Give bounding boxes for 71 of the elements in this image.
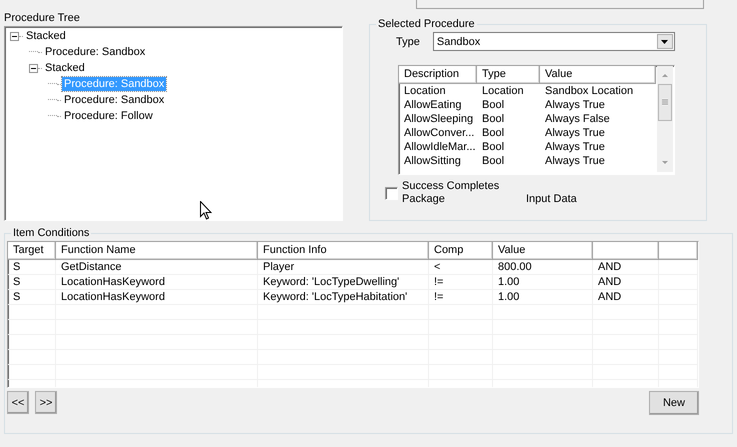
tree-item[interactable]: Procedure: Follow	[62, 109, 155, 123]
table-cell-text: AllowSleeping	[403, 112, 474, 126]
column-header[interactable]: Description	[399, 66, 477, 84]
table-cell-text: Bool	[481, 154, 506, 168]
column-header[interactable]: Value	[493, 242, 593, 260]
empty-cell	[8, 305, 56, 320]
table-cell-text: Sandbox Location	[544, 84, 634, 98]
table-cell: 1.00	[493, 275, 593, 290]
collapse-icon[interactable]	[29, 64, 38, 72]
table-cell: LocationHasKeyword	[56, 290, 258, 305]
empty-cell	[8, 365, 56, 380]
table-cell: AND	[593, 290, 659, 305]
table-cell-text: Bool	[481, 98, 506, 112]
table-cell: S	[8, 260, 56, 275]
table-cell-text: Always True	[544, 154, 606, 168]
table-cell: GetDistance	[56, 260, 258, 275]
table-cell-text: Always False	[544, 112, 611, 126]
table-cell-text: Bool	[481, 112, 506, 126]
table-cell-text: Always True	[544, 98, 606, 112]
table-cell: !=	[429, 290, 493, 305]
table-cell-text: Location	[481, 84, 525, 98]
vertical-scrollbar[interactable]	[657, 66, 673, 172]
collapse-icon[interactable]	[10, 32, 19, 40]
table-cell: S	[8, 290, 56, 305]
panel-title: Procedure Tree	[4, 11, 81, 25]
tree-item[interactable]: Stacked	[43, 61, 87, 75]
previous-button[interactable]: <<	[7, 391, 29, 414]
tree-item[interactable]: Procedure: Sandbox	[62, 93, 166, 107]
tree-item[interactable]: Stacked	[24, 29, 68, 43]
empty-cell	[8, 335, 56, 350]
dropdown-arrow-icon[interactable]	[661, 40, 668, 44]
checkbox[interactable]	[385, 187, 398, 200]
column-header[interactable]: Target	[8, 242, 56, 260]
table-cell-text: AllowConver...	[403, 126, 476, 140]
table-cell: Keyword: 'LocTypeHabitation'	[258, 290, 429, 305]
table-cell: Player	[258, 260, 429, 275]
table-cell: S	[8, 275, 56, 290]
empty-cell	[8, 350, 56, 365]
table-cell-text: AllowSitting	[403, 154, 462, 168]
table-cell: 1.00	[493, 290, 593, 305]
table-cell: Keyword: 'LocTypeDwelling'	[258, 275, 429, 290]
table-cell: <	[429, 260, 493, 275]
type-dropdown[interactable]: Sandbox	[432, 32, 675, 51]
table-cell-text: AllowEating	[403, 98, 462, 112]
checkbox-label[interactable]: Success Completes Package	[402, 180, 502, 206]
column-header[interactable]: Function Name	[56, 242, 258, 260]
table-cell-text: Always True	[544, 140, 606, 154]
empty-cell	[8, 320, 56, 335]
column-header[interactable]: Function Info	[258, 242, 429, 260]
field-label: Input Data	[526, 193, 577, 206]
column-header[interactable]: Type	[477, 66, 540, 84]
table-cell: AND	[593, 260, 659, 275]
column-header[interactable]: Value	[540, 66, 656, 84]
table-cell: !=	[429, 275, 493, 290]
table-cell: 800.00	[493, 260, 593, 275]
table-cell-text: Location	[403, 84, 447, 98]
column-header[interactable]	[593, 242, 659, 260]
new-button[interactable]: New	[649, 391, 699, 415]
next-button[interactable]: >>	[35, 391, 57, 414]
group-title: Item Conditions	[12, 226, 90, 240]
table-cell-text: Always True	[544, 126, 606, 140]
tree-item[interactable]: Procedure: Sandbox	[43, 45, 148, 59]
table-cell-text: AllowIdleMar...	[403, 140, 477, 154]
group-title: Selected Procedure	[377, 17, 476, 31]
table-cell-text: Bool	[481, 126, 506, 140]
field-label: Type	[396, 34, 420, 48]
table-cell: LocationHasKeyword	[56, 275, 258, 290]
column-header[interactable]: Comp	[429, 242, 493, 260]
table-cell-text: Bool	[481, 140, 506, 154]
table-cell: AND	[593, 275, 659, 290]
empty-cell	[659, 260, 698, 275]
